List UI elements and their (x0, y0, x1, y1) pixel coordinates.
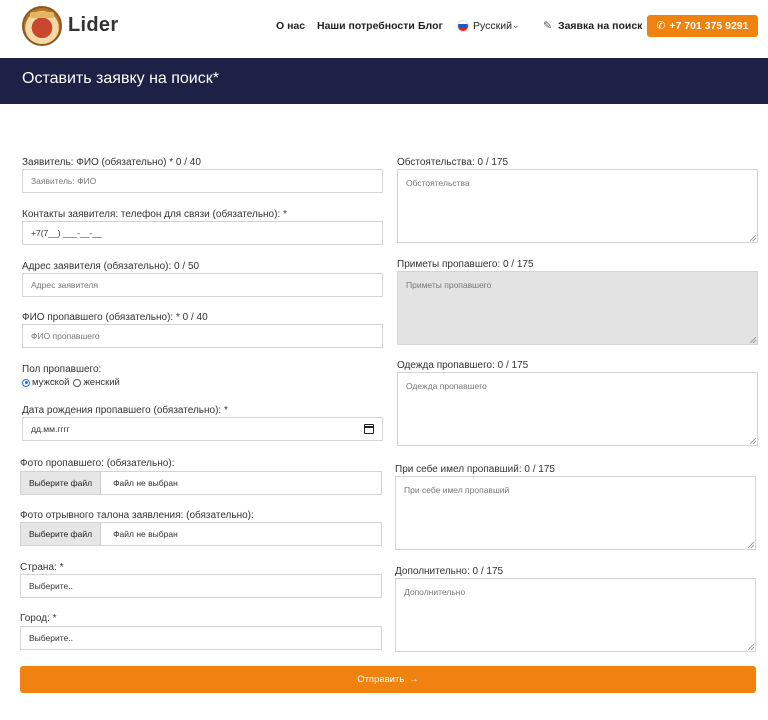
applicant-name-label: Заявитель: ФИО (обязательно) * 0 / 40 (22, 157, 201, 168)
site-header: Lider О нас Наши потребности Блог Русски… (0, 0, 768, 58)
russia-flag-icon[interactable] (457, 20, 469, 32)
brand-name[interactable]: Lider (68, 14, 118, 37)
extra-label: Дополнительно: 0 / 175 (395, 566, 504, 577)
birthdate-value: дд.мм.гггг (31, 424, 70, 434)
signs-placeholder: Приметы пропавшего (406, 280, 492, 290)
signs-textarea[interactable]: Приметы пропавшего (397, 271, 758, 345)
ticket-file-input[interactable]: Выберите файл Файл не выбран (20, 522, 382, 546)
calendar-icon[interactable] (364, 424, 374, 434)
belongings-textarea[interactable]: При себе имел пропавший (395, 476, 756, 550)
address-input[interactable]: Адрес заявителя (22, 273, 383, 297)
gender-radio-group: мужской женский (22, 377, 120, 388)
nav-blog[interactable]: Блог (418, 20, 443, 32)
extra-placeholder: Дополнительно (404, 587, 466, 597)
missing-name-label: ФИО пропавшего (обязательно): * 0 / 40 (22, 312, 208, 323)
birthdate-input[interactable]: дд.мм.гггг (22, 417, 383, 441)
arrow-right-icon: → (409, 674, 419, 685)
ticket-label: Фото отрывного талона заявления: (обязат… (20, 510, 254, 521)
contacts-label: Контакты заявителя: телефон для связи (о… (22, 209, 287, 220)
gender-female-label[interactable]: женский (83, 377, 119, 388)
clothes-label: Одежда пропавшего: 0 / 175 (397, 360, 529, 371)
phone-number: +7 701 375 9291 (669, 20, 749, 32)
country-select[interactable]: Выберите.. (20, 574, 382, 598)
resize-handle-icon[interactable] (750, 438, 756, 444)
clothes-placeholder: Одежда пропавшего (406, 381, 487, 391)
extra-textarea[interactable]: Дополнительно (395, 578, 756, 652)
submit-button[interactable]: Отправить → (20, 666, 756, 693)
clothes-textarea[interactable]: Одежда пропавшего (397, 372, 758, 446)
missing-name-input[interactable]: ФИО пропавшего (22, 324, 383, 348)
resize-handle-icon[interactable] (750, 235, 756, 241)
nav-needs[interactable]: Наши потребности (317, 20, 415, 32)
circumstances-label: Обстоятельства: 0 / 175 (397, 157, 509, 168)
page-title: Оставить заявку на поиск* (22, 70, 219, 87)
photo-file-input[interactable]: Выберите файл Файл не выбран (20, 471, 382, 495)
ticket-choose-button[interactable]: Выберите файл (21, 523, 102, 545)
lider-logo[interactable] (22, 6, 62, 46)
page-banner: Оставить заявку на поиск* (0, 58, 768, 104)
country-label: Страна: * (20, 562, 64, 573)
address-label: Адрес заявителя (обязательно): 0 / 50 (22, 261, 200, 272)
nav-search-request[interactable]: Заявка на поиск (558, 20, 642, 32)
city-select[interactable]: Выберите.. (20, 626, 382, 650)
photo-file-status: Файл не выбран (113, 478, 178, 488)
photo-choose-button[interactable]: Выберите файл (21, 472, 102, 494)
contacts-input[interactable]: +7(7__) ___-__-__ (22, 221, 383, 245)
birthdate-label: Дата рождения пропавшего (обязательно): … (22, 405, 228, 416)
phone-icon: ✆ (656, 20, 666, 32)
language-selector[interactable]: Русский (473, 20, 512, 32)
gender-female-radio[interactable] (73, 378, 82, 387)
circumstances-textarea[interactable]: Обстоятельства (397, 169, 758, 243)
circumstances-placeholder: Обстоятельства (406, 178, 470, 188)
applicant-name-input[interactable]: Заявитель: ФИО (22, 169, 383, 193)
ticket-file-status: Файл не выбран (113, 529, 178, 539)
resize-handle-icon[interactable] (750, 337, 756, 343)
city-label: Город: * (20, 613, 57, 624)
submit-label: Отправить (357, 674, 405, 685)
gender-male-label[interactable]: мужской (32, 377, 69, 388)
signs-label: Приметы пропавшего: 0 / 175 (397, 259, 534, 270)
chevron-down-icon[interactable]: ⌄ (512, 20, 520, 31)
phone-button[interactable]: ✆ +7 701 375 9291 (647, 15, 758, 37)
nav-about[interactable]: О нас (276, 20, 305, 32)
resize-handle-icon[interactable] (748, 644, 754, 650)
pencil-icon: ✎ (543, 20, 553, 32)
belongings-label: При себе имел пропавший: 0 / 175 (395, 464, 555, 475)
resize-handle-icon[interactable] (748, 542, 754, 548)
gender-male-radio[interactable] (22, 378, 30, 387)
photo-label: Фото пропавшего: (обязательно): (20, 458, 175, 469)
gender-label: Пол пропавшего: (22, 364, 102, 375)
belongings-placeholder: При себе имел пропавший (404, 485, 510, 495)
